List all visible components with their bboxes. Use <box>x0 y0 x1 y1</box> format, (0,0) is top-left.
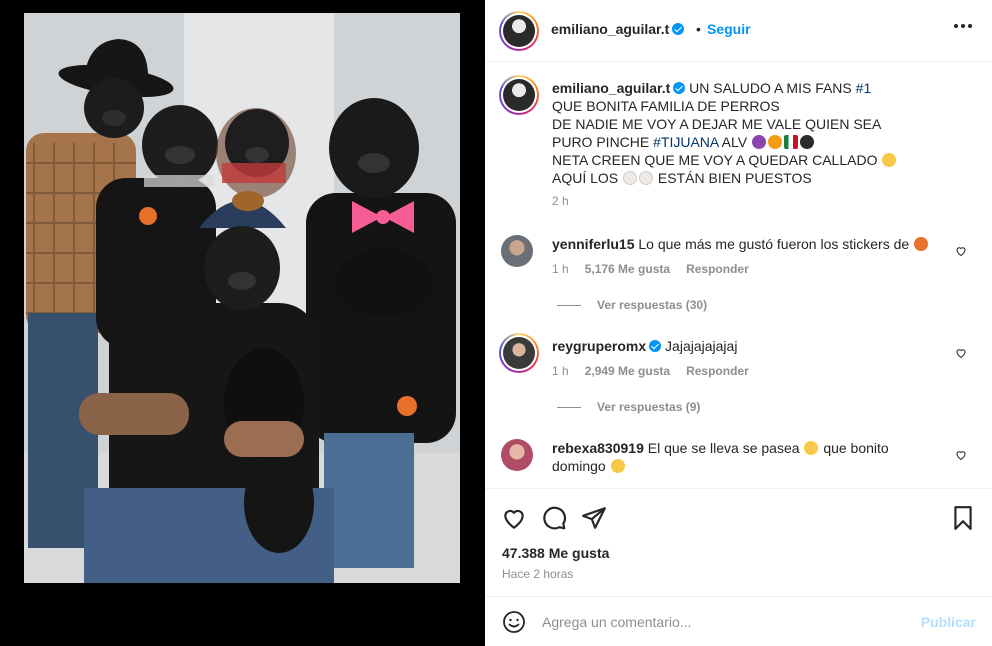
commenter-avatar-image <box>503 337 535 369</box>
more-options-icon[interactable] <box>954 24 972 30</box>
view-replies-text[interactable]: Ver respuestas (9) <box>597 400 700 414</box>
author-username[interactable]: emiliano_aguilar.t <box>551 21 685 37</box>
clapping-emoji-icon <box>804 441 819 455</box>
post-header: emiliano_aguilar.t • Seguir <box>485 0 992 62</box>
view-replies-text[interactable]: Ver respuestas (30) <box>597 298 707 312</box>
family-with-pugs-photo <box>24 13 460 583</box>
caption-text: ALV <box>721 134 748 150</box>
caption-author-avatar-image <box>503 79 535 111</box>
author-username-text[interactable]: emiliano_aguilar.t <box>551 21 669 37</box>
post-actions: 47.388 Me gusta Hace 2 horas <box>485 488 992 596</box>
commenter-avatar[interactable] <box>499 333 539 373</box>
bookmark-icon[interactable] <box>950 505 976 531</box>
post-media <box>0 0 485 646</box>
comment-text: domingo <box>552 458 606 474</box>
caption-line-5: NETA CREEN QUE ME VOY A QUEDAR CALLADO <box>552 151 972 169</box>
post-photo[interactable] <box>24 13 460 583</box>
hashtag-link[interactable]: #TIJUANA <box>653 134 718 150</box>
publish-button[interactable]: Publicar <box>921 614 976 630</box>
post-timestamp[interactable]: Hace 2 horas <box>502 567 573 581</box>
caption-line-6: AQUÍ LOS ESTÁN BIEN PUESTOS <box>552 169 972 187</box>
comment-like-heart-icon[interactable] <box>955 245 967 257</box>
comment-text: que bonito <box>823 440 889 456</box>
verified-icon <box>649 340 662 352</box>
caption-text: PURO PINCHE <box>552 134 650 150</box>
commenter-username[interactable]: rebexa830919 <box>552 440 644 456</box>
comment-text: Jajajajajajaj <box>665 338 738 354</box>
verified-icon <box>672 23 685 35</box>
commenter-username[interactable]: yenniferlu15 <box>552 236 634 252</box>
hashtag-link[interactable]: #1 <box>856 80 872 96</box>
caption-username[interactable]: emiliano_aguilar.t <box>552 80 670 96</box>
caption-author-avatar[interactable] <box>499 75 539 115</box>
devil-emoji-icon <box>751 135 766 149</box>
reply-button[interactable]: Responder <box>686 364 749 378</box>
share-icon[interactable] <box>581 505 607 531</box>
reply-button[interactable]: Responder <box>686 262 749 276</box>
comment-like-heart-icon[interactable] <box>955 449 967 461</box>
mexico-flag-icon <box>783 135 798 149</box>
caption-line-4: PURO PINCHE #TIJUANA ALV <box>552 133 972 151</box>
replies-line <box>557 304 581 306</box>
caption-text: ESTÁN BIEN PUESTOS <box>657 170 812 186</box>
verified-icon <box>673 82 686 94</box>
follow-button[interactable]: Seguir <box>707 21 751 37</box>
author-avatar-image <box>503 15 535 47</box>
header-separator: • <box>696 21 701 37</box>
comment-body: reygruperomx Jajajajajajaj <box>552 337 942 355</box>
fox-emoji-icon <box>914 237 929 251</box>
comment-body: rebexa830919 El que se lleva se pasea qu… <box>552 439 942 475</box>
likes-count[interactable]: 47.388 Me gusta <box>502 545 609 561</box>
comment-time[interactable]: 1 h <box>552 364 569 378</box>
comment-input[interactable] <box>542 611 902 633</box>
caption-timestamp[interactable]: 2 h <box>552 192 972 210</box>
heart-icon[interactable] <box>501 505 527 531</box>
comment-body: yenniferlu15 Lo que más me gustó fueron … <box>552 235 942 253</box>
comment-text: Lo que más me gustó fueron los stickers … <box>638 236 910 252</box>
view-replies-button[interactable]: Ver respuestas (9) <box>557 400 700 414</box>
laughing-emoji-icon <box>882 153 897 167</box>
raised-hands-emoji-icon <box>610 459 625 473</box>
view-replies-button[interactable]: Ver respuestas (30) <box>557 298 707 312</box>
comment-likes[interactable]: 5,176 Me gusta <box>585 262 670 276</box>
emoji-icon[interactable] <box>502 610 526 634</box>
post-caption: emiliano_aguilar.t UN SALUDO A MIS FANS … <box>552 79 972 210</box>
comment-meta: 1 h 5,176 Me gusta Responder <box>552 262 749 276</box>
commenter-username[interactable]: reygruperomx <box>552 338 646 354</box>
comment-time[interactable]: 1 h <box>552 262 569 276</box>
egg-emoji-icon <box>639 171 654 185</box>
egg-emoji-icon <box>623 171 638 185</box>
author-avatar[interactable] <box>499 11 539 51</box>
caption-text: QUE BONITA FAMILIA DE PERROS <box>552 98 780 114</box>
ninja-emoji-icon <box>799 135 814 149</box>
caption-text: AQUÍ LOS <box>552 170 619 186</box>
caption-text: DE NADIE ME VOY A DEJAR ME VALE QUIEN SE… <box>552 116 882 132</box>
comment: rebexa830919 El que se lleva se pasea qu… <box>501 439 981 488</box>
comment-likes[interactable]: 2,949 Me gusta <box>585 364 670 378</box>
comment-meta: 1 h 2,949 Me gusta Responder <box>552 364 749 378</box>
angry-emoji-icon <box>767 135 782 149</box>
commenter-avatar[interactable] <box>501 235 533 267</box>
caption-text: UN SALUDO A MIS FANS <box>689 80 852 96</box>
caption-text: NETA CREEN QUE ME VOY A QUEDAR CALLADO <box>552 152 878 168</box>
comment-icon[interactable] <box>541 505 567 531</box>
replies-line <box>557 406 581 408</box>
add-comment-bar: Publicar <box>485 596 992 646</box>
commenter-avatar[interactable] <box>501 439 533 471</box>
caption-line-1: emiliano_aguilar.t UN SALUDO A MIS FANS … <box>552 79 972 97</box>
comment-like-heart-icon[interactable] <box>955 347 967 359</box>
post-side-panel: emiliano_aguilar.t • Seguir emiliano_agu… <box>485 0 992 646</box>
comment-text: El que se lleva se pasea <box>647 440 800 456</box>
